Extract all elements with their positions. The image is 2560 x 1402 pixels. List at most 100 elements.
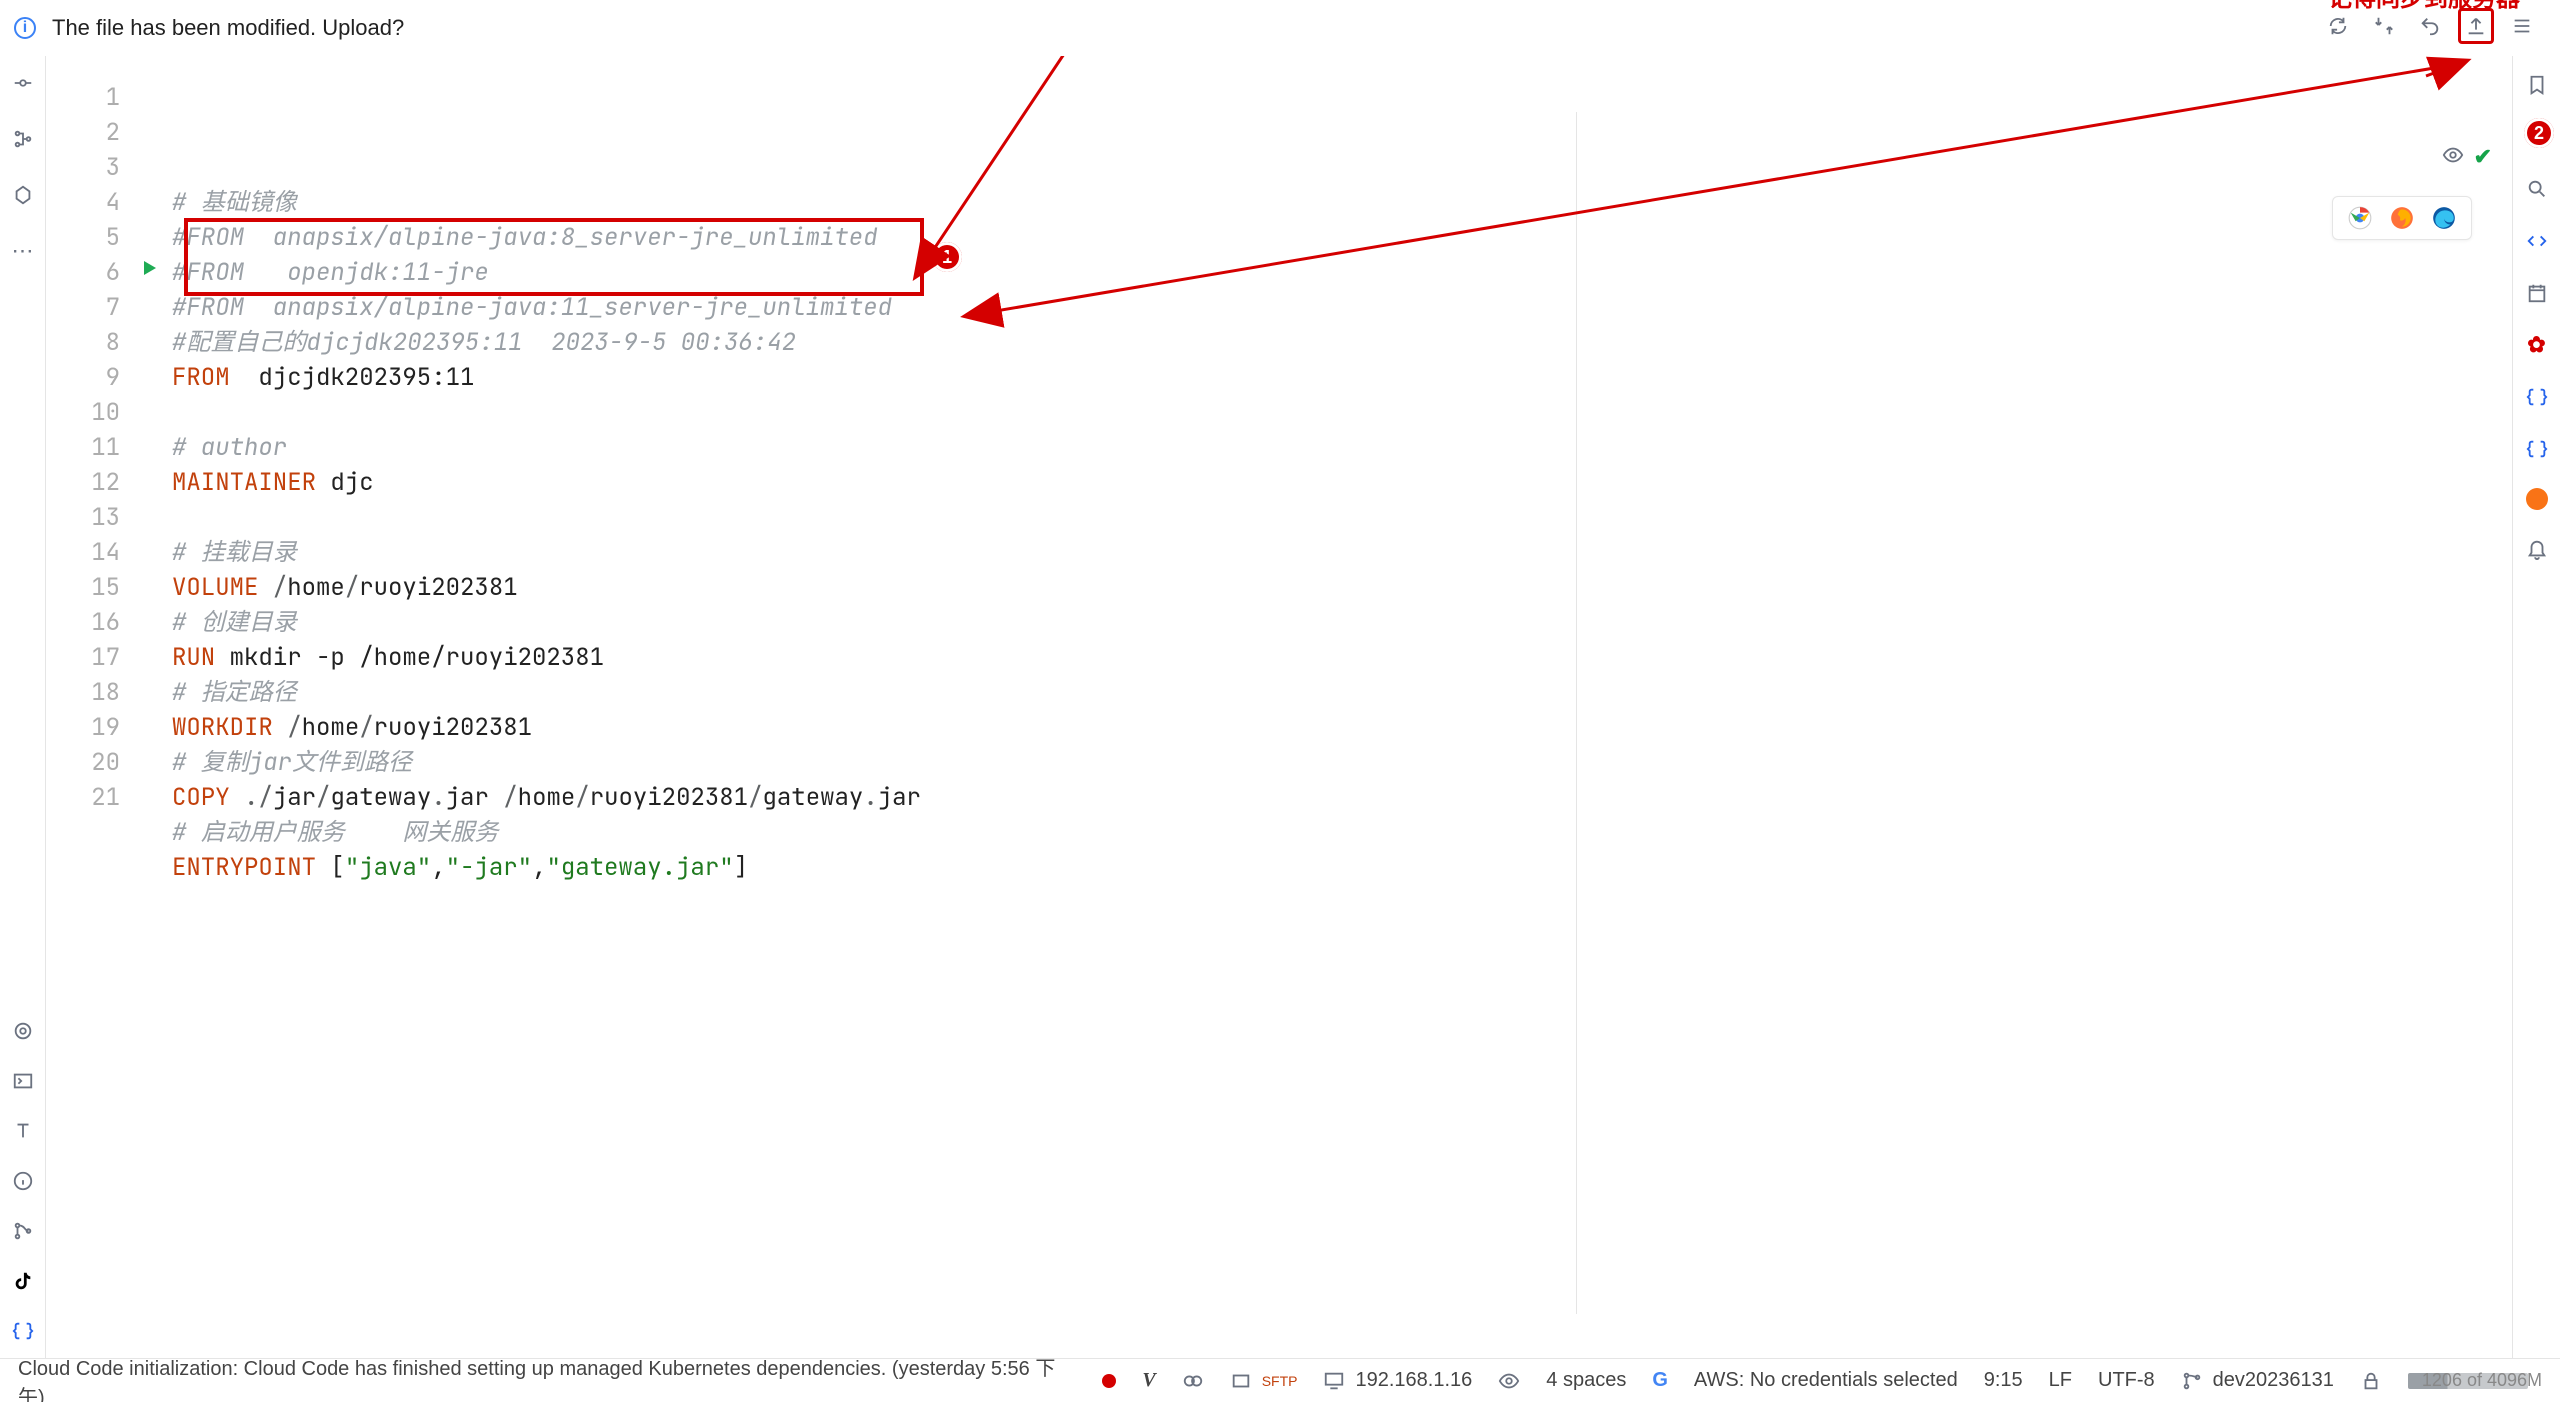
line-number: 20: [46, 745, 120, 780]
bell-icon[interactable]: [2524, 536, 2550, 562]
line-number: 17: [46, 640, 120, 675]
link2-icon[interactable]: [2524, 436, 2550, 462]
git-branch[interactable]: dev20236131: [2181, 1369, 2334, 1392]
code-line[interactable]: [172, 500, 2512, 535]
info-lower-icon[interactable]: [10, 1168, 36, 1194]
line-number: 1: [46, 80, 120, 115]
bookmark-icon[interactable]: [2524, 72, 2550, 98]
line-number: 15: [46, 570, 120, 605]
browser-chips[interactable]: [2332, 196, 2472, 240]
diff-icon[interactable]: [2366, 8, 2402, 44]
cursor-position[interactable]: 9:15: [1984, 1369, 2023, 1392]
recording-dot-icon[interactable]: [1102, 1374, 1116, 1388]
code-line[interactable]: COPY ./jar/gateway.jar /home/ruoyi202381…: [172, 780, 2512, 815]
code-line[interactable]: #配置自己的djcjdk202395:11 2023-9-5 00:36:42: [172, 325, 2512, 360]
upload-button[interactable]: [2458, 8, 2494, 44]
line-number: 13: [46, 500, 120, 535]
line-number: 4: [46, 185, 120, 220]
tiktok-icon[interactable]: [10, 1268, 36, 1294]
code-editor[interactable]: 123456789101112131415161718192021 # 基础镜像…: [46, 56, 2512, 1358]
code-line[interactable]: ENTRYPOINT ["java","-jar","gateway.jar"]: [172, 850, 2512, 885]
orange-dot-icon[interactable]: [2526, 488, 2548, 510]
chrome-icon[interactable]: [2347, 205, 2373, 231]
code-line[interactable]: # 复制jar文件到路径: [172, 745, 2512, 780]
huawei-icon[interactable]: ✿: [2524, 332, 2550, 358]
line-number: 3: [46, 150, 120, 185]
code-icon[interactable]: [2524, 228, 2550, 254]
copilot-icon[interactable]: [1182, 1370, 1204, 1392]
line-number: 5: [46, 220, 120, 255]
git-icon[interactable]: [10, 1218, 36, 1244]
banner-message: The file has been modified. Upload?: [52, 15, 404, 41]
commit-icon[interactable]: [10, 70, 36, 96]
vim-icon[interactable]: V: [1142, 1369, 1155, 1392]
line-number: 14: [46, 535, 120, 570]
refresh-icon[interactable]: [2320, 8, 2356, 44]
code-line[interactable]: # author: [172, 430, 2512, 465]
indent-status[interactable]: 4 spaces: [1546, 1369, 1626, 1392]
code-line[interactable]: #FROM anapsix/alpine-java:11_server-jre_…: [172, 290, 2512, 325]
code-line[interactable]: # 创建目录: [172, 605, 2512, 640]
terminal-icon[interactable]: [10, 1068, 36, 1094]
eye-icon[interactable]: [2442, 144, 2464, 172]
inspection-widgets[interactable]: ✔: [2442, 144, 2492, 172]
code-line[interactable]: # 启动用户服务 网关服务: [172, 815, 2512, 850]
info-icon: i: [14, 17, 36, 39]
find-icon[interactable]: [2524, 176, 2550, 202]
code-line[interactable]: # 指定路径: [172, 675, 2512, 710]
code-line[interactable]: #FROM anapsix/alpine-java:8_server-jre_u…: [172, 220, 2512, 255]
status-bar: Cloud Code initialization: Cloud Code ha…: [0, 1358, 2560, 1402]
code-line[interactable]: [172, 885, 2512, 920]
code-line[interactable]: VOLUME /home/ruoyi202381: [172, 570, 2512, 605]
code-line[interactable]: [172, 395, 2512, 430]
check-icon: ✔: [2474, 144, 2492, 172]
line-number: 19: [46, 710, 120, 745]
annotation-badge-1: 1: [932, 242, 962, 272]
aws-status[interactable]: AWS: No credentials selected: [1694, 1369, 1958, 1392]
memory-status[interactable]: 1206 of 4096M: [2408, 1370, 2542, 1391]
cloud-code-status: Cloud Code initialization: Cloud Code ha…: [18, 1352, 1076, 1402]
line-number: 2: [46, 115, 120, 150]
edge-icon[interactable]: [2431, 205, 2457, 231]
code-line[interactable]: #FROM openjdk:11-jre: [172, 255, 2512, 290]
editor-split-line: [1576, 112, 1577, 1314]
code-line[interactable]: WORKDIR /home/ruoyi202381: [172, 710, 2512, 745]
line-number: 18: [46, 675, 120, 710]
code-line[interactable]: FROM djcjdk202395:11: [172, 360, 2512, 395]
line-number: 16: [46, 605, 120, 640]
code-line[interactable]: MAINTAINER djc: [172, 465, 2512, 500]
host-status[interactable]: 192.168.1.16: [1323, 1369, 1472, 1392]
structure-icon[interactable]: [10, 126, 36, 152]
code-line[interactable]: # 基础镜像: [172, 185, 2512, 220]
banner-toolbar: [2320, 8, 2540, 44]
calendar-icon[interactable]: [2524, 280, 2550, 306]
left-tool-rail: ⋯: [0, 56, 46, 1358]
modified-banner: i The file has been modified. Upload? 记得…: [0, 0, 2560, 56]
line-number: 21: [46, 780, 120, 815]
target-icon[interactable]: [10, 1018, 36, 1044]
undo-icon[interactable]: [2412, 8, 2448, 44]
more-icon[interactable]: ⋯: [10, 238, 36, 264]
sftp-status[interactable]: SFTP: [1230, 1370, 1298, 1392]
right-tool-rail: ✿: [2512, 56, 2560, 1358]
line-number: 7: [46, 290, 120, 325]
text-icon[interactable]: [10, 1118, 36, 1144]
line-gutter: 123456789101112131415161718192021: [46, 56, 138, 1358]
code-line[interactable]: RUN mkdir -p /home/ruoyi202381: [172, 640, 2512, 675]
encoding[interactable]: UTF-8: [2098, 1369, 2155, 1392]
list-icon[interactable]: [2504, 8, 2540, 44]
line-number: 11: [46, 430, 120, 465]
line-number: 8: [46, 325, 120, 360]
readonly-icon[interactable]: [1498, 1370, 1520, 1392]
line-number: 9: [46, 360, 120, 395]
line-number: 6: [46, 255, 120, 290]
line-number: 10: [46, 395, 120, 430]
link1-icon[interactable]: [2524, 384, 2550, 410]
bracket-icon[interactable]: [10, 1318, 36, 1344]
kubernetes-icon[interactable]: [10, 182, 36, 208]
line-sep[interactable]: LF: [2049, 1369, 2072, 1392]
google-icon[interactable]: G: [1652, 1369, 1668, 1392]
lock-icon[interactable]: [2360, 1370, 2382, 1392]
firefox-icon[interactable]: [2389, 205, 2415, 231]
code-line[interactable]: # 挂载目录: [172, 535, 2512, 570]
